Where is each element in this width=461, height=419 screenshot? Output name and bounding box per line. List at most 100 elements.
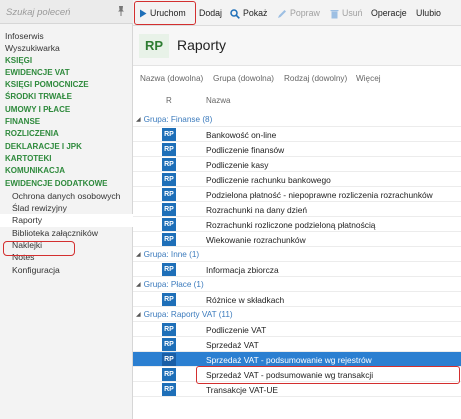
report-badge: RP <box>162 323 176 336</box>
pin-icon[interactable] <box>116 5 126 17</box>
table-row[interactable]: RP Podliczenie VAT <box>133 322 461 337</box>
filter-name[interactable]: Nazwa (dowolna) <box>140 74 203 83</box>
report-name: Podzielona płatność - niepoprawne rozlic… <box>206 190 433 200</box>
table-row[interactable]: RP Bankowość on-line <box>133 127 461 142</box>
search-bar[interactable]: Szukaj poleceń <box>0 0 133 24</box>
sidebar-item[interactable]: UMOWY I PŁACE <box>0 104 133 116</box>
edit-label: Popraw <box>290 8 320 18</box>
table-row[interactable]: RP Rozrachunki rozliczone podzieloną płat… <box>133 217 461 232</box>
group-row[interactable]: ◢ Grupa: Finanse (8) <box>133 112 461 127</box>
group-label-text: Grupa: Raporty VAT (11) <box>143 310 233 319</box>
page-title: Raporty <box>177 37 227 53</box>
show-label: Pokaż <box>243 8 268 18</box>
filter-more[interactable]: Więcej <box>356 74 381 83</box>
sidebar-item[interactable]: Infoserwis <box>0 30 133 42</box>
sidebar-item[interactable]: Biblioteka załączników <box>0 227 133 239</box>
group-label-text: Grupa: Finanse (8) <box>143 115 213 124</box>
sidebar-item[interactable]: KSIĘGI <box>0 55 133 67</box>
report-badge: RP <box>162 293 176 306</box>
report-name: Podliczenie rachunku bankowego <box>206 175 331 185</box>
report-badge: RP <box>162 173 176 186</box>
module-badge: RP <box>139 34 169 58</box>
report-badge: RP <box>162 353 176 366</box>
sidebar-item[interactable]: KARTOTEKI <box>0 153 133 165</box>
table-row[interactable]: RP Sprzedaż VAT <box>133 337 461 352</box>
delete-button[interactable]: Usuń <box>330 6 363 20</box>
search-input[interactable]: Szukaj poleceń <box>6 7 70 18</box>
search-icon <box>230 8 240 19</box>
report-badge: RP <box>162 218 176 231</box>
sidebar-nav: Infoserwis Wyszukiwarka KSIĘGI EWIDENCJE VA… <box>0 30 133 276</box>
sidebar-item[interactable]: Ślad rewizyjny <box>0 202 133 214</box>
triangle-down-icon[interactable]: ◢ <box>136 116 141 123</box>
sidebar-item[interactable]: KOMUNIKACJA <box>0 165 133 177</box>
table-row[interactable]: RP Informacja zbiorcza <box>133 262 461 277</box>
report-badge: RP <box>162 128 176 141</box>
show-button[interactable]: Pokaż <box>230 6 267 20</box>
group-label: ◢ Grupa: Płace (1) <box>136 280 204 289</box>
sidebar-item[interactable]: FINANSE <box>0 116 133 128</box>
highlight-selected-row <box>196 366 460 384</box>
group-label: ◢ Grupa: Inne (1) <box>136 250 199 259</box>
sidebar-item[interactable]: DEKLARACJE I JPK <box>0 141 133 153</box>
sidebar-item[interactable]: EWIDENCJE DODATKOWE <box>0 178 133 190</box>
add-label: Dodaj <box>199 8 222 18</box>
triangle-down-icon[interactable]: ◢ <box>136 281 141 288</box>
table-row[interactable]: RP Podliczenie finansów <box>133 142 461 157</box>
report-name: Podliczenie finansów <box>206 145 285 155</box>
operations-label: Operacje <box>371 8 407 18</box>
sidebar-item[interactable]: Konfiguracja <box>0 264 133 276</box>
sidebar-item[interactable]: ROZLICZENIA <box>0 128 133 140</box>
sidebar-item[interactable]: Ochrona danych osobowych <box>0 190 133 202</box>
group-row[interactable]: ◢ Grupa: Raporty VAT (11) <box>133 307 461 322</box>
highlight-run <box>134 1 196 25</box>
table-row[interactable]: RP Rozrachunki na dany dzień <box>133 202 461 217</box>
report-name: Wiekowanie rozrachunków <box>206 235 306 245</box>
table-row[interactable]: RP Podzielona płatność - niepoprawne rozl… <box>133 187 461 202</box>
group-label-text: Grupa: Płace (1) <box>143 280 204 289</box>
sidebar-item[interactable]: ŚRODKI TRWAŁE <box>0 91 133 103</box>
group-label: ◢ Grupa: Raporty VAT (11) <box>136 310 233 319</box>
report-badge: RP <box>162 158 176 171</box>
sidebar-item[interactable]: Raporty <box>0 214 133 227</box>
pencil-icon <box>278 9 286 18</box>
report-badge: RP <box>162 383 176 396</box>
report-badge: RP <box>162 368 176 381</box>
report-badge: RP <box>162 188 176 201</box>
filter-group[interactable]: Grupa (dowolna) <box>213 74 274 83</box>
sidebar: Szukaj poleceń Infoserwis Wyszukiwarka KSI… <box>0 0 133 419</box>
group-row[interactable]: ◢ Grupa: Płace (1) <box>133 277 461 292</box>
group-row[interactable]: ◢ Grupa: Inne (1) <box>133 247 461 262</box>
trash-icon <box>330 9 339 19</box>
add-button[interactable]: Dodaj <box>199 6 222 20</box>
report-badge: RP <box>162 233 176 246</box>
sidebar-item[interactable]: KSIĘGI POMOCNICZE <box>0 79 133 91</box>
operations-button[interactable]: Operacje <box>371 6 407 20</box>
report-badge: RP <box>162 338 176 351</box>
delete-label: Usuń <box>342 8 363 18</box>
table-row[interactable]: RP Różnice w składkach <box>133 292 461 307</box>
filter-bar: Nazwa (dowolna) Grupa (dowolna) Rodzaj (… <box>133 66 461 88</box>
report-name: Różnice w składkach <box>206 295 285 305</box>
sidebar-item[interactable]: Wyszukiwarka <box>0 42 133 54</box>
triangle-down-icon[interactable]: ◢ <box>136 251 141 258</box>
column-r[interactable]: R <box>166 96 172 105</box>
table-row[interactable]: RP Podliczenie kasy <box>133 157 461 172</box>
triangle-down-icon[interactable]: ◢ <box>136 311 141 318</box>
table-row[interactable]: RP Transakcje VAT-UE <box>133 382 461 397</box>
edit-button[interactable]: Popraw <box>277 6 320 20</box>
column-header: R Nazwa <box>133 92 461 108</box>
filter-kind[interactable]: Rodzaj (dowolny) <box>284 74 347 83</box>
report-grid: ◢ Grupa: Finanse (8) RP Bankowość on-line RP… <box>133 112 461 397</box>
report-name: Rozrachunki rozliczone podzieloną płatno… <box>206 220 376 230</box>
table-row[interactable]: RP Sprzedaż VAT - podsumowanie wg rejestr… <box>133 352 461 367</box>
favorites-button[interactable]: Ulubio <box>416 6 441 20</box>
report-name: Podliczenie VAT <box>206 325 267 335</box>
report-badge: RP <box>162 143 176 156</box>
report-name: Transakcje VAT-UE <box>206 385 278 395</box>
report-name: Rozrachunki na dany dzień <box>206 205 308 215</box>
table-row[interactable]: RP Podliczenie rachunku bankowego <box>133 172 461 187</box>
sidebar-item[interactable]: EWIDENCJE VAT <box>0 67 133 79</box>
table-row[interactable]: RP Wiekowanie rozrachunków <box>133 232 461 247</box>
column-name[interactable]: Nazwa <box>206 96 230 105</box>
